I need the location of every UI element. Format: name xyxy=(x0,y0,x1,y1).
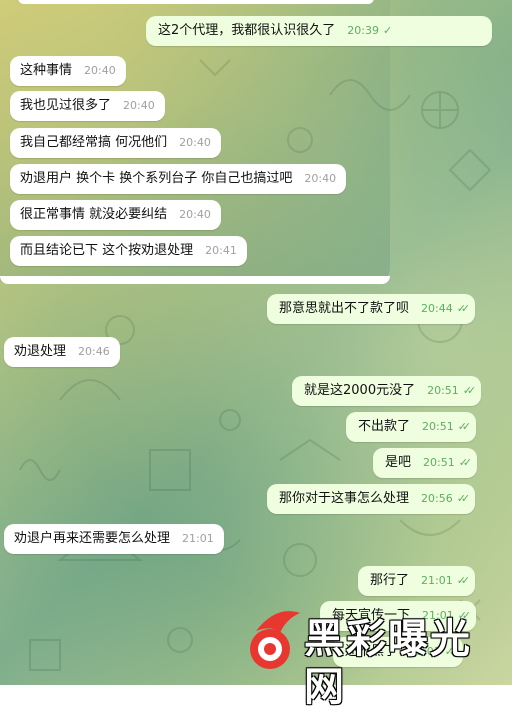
read-check-icon: ✓✓ xyxy=(456,302,471,315)
message-outgoing[interactable]: 那你对于这事怎么处理 20:56 ✓✓ xyxy=(267,484,476,514)
message-text: 就是这2000元没了 xyxy=(304,383,416,398)
message-incoming[interactable]: 劝退用户 换个卡 换个系列台子 你自己也搞过吧 20:40 xyxy=(10,164,347,194)
message-text: 那行了 xyxy=(370,573,410,588)
message-text: 我自己都经常搞 何况他们 xyxy=(20,135,168,150)
message-incoming[interactable]: 这种事情 20:40 xyxy=(10,56,126,86)
group-bottom-edge xyxy=(0,276,390,284)
message-outgoing[interactable]: 那行了 21:01 ✓✓ xyxy=(358,566,476,596)
watermark: 黑彩曝光网 xyxy=(246,607,506,710)
message-text: 劝退用户 换个卡 换个系列台子 你自己也搞过吧 xyxy=(20,171,293,186)
message-outgoing[interactable]: 这2个代理，我都很认识很久了 20:39 ✓ xyxy=(146,16,492,46)
message-time: 20:51 xyxy=(427,384,459,397)
message-text: 这2个代理，我都很认识很久了 xyxy=(158,23,336,38)
message-incoming[interactable]: 我自己都经常搞 何况他们 20:40 xyxy=(10,128,221,158)
read-check-icon: ✓✓ xyxy=(456,492,471,505)
message-text: 而且结论已下 这个按劝退处理 xyxy=(20,243,194,258)
message-time: 20:40 xyxy=(84,64,116,77)
message-text: 这种事情 xyxy=(20,63,73,78)
message-time: 20:39 xyxy=(347,24,379,37)
message-text: 那你对于这事怎么处理 xyxy=(279,491,410,506)
message-time: 20:56 xyxy=(421,492,453,505)
cut-off-incoming-bubble xyxy=(18,0,374,4)
message-time: 20:46 xyxy=(78,345,110,358)
message-text: 那意思就出不了款了呗 xyxy=(279,301,410,316)
message-outgoing[interactable]: 是吧 20:51 ✓✓ xyxy=(373,448,478,478)
message-text: 不出款了 xyxy=(358,419,411,434)
message-outgoing[interactable]: 就是这2000元没了 20:51 ✓✓ xyxy=(292,376,482,406)
message-time: 20:40 xyxy=(179,136,211,149)
message-incoming[interactable]: 而且结论已下 这个按劝退处理 20:41 xyxy=(10,236,247,266)
read-check-icon: ✓ xyxy=(382,24,392,37)
message-incoming[interactable]: 劝退处理 20:46 xyxy=(4,337,120,367)
message-text: 很正常事情 就没必要纠结 xyxy=(20,207,168,222)
message-time: 20:41 xyxy=(205,244,237,257)
message-incoming[interactable]: 我也见过很多了 20:40 xyxy=(10,91,165,121)
message-text: 劝退户再来还需要怎么处理 xyxy=(14,531,171,546)
message-outgoing[interactable]: 那意思就出不了款了呗 20:44 ✓✓ xyxy=(267,294,476,324)
message-text: 我也见过很多了 xyxy=(20,98,112,113)
message-outgoing[interactable]: 不出款了 20:51 ✓✓ xyxy=(346,412,477,442)
message-text: 劝退处理 xyxy=(14,344,67,359)
message-time: 20:40 xyxy=(123,99,155,112)
message-time: 20:51 xyxy=(422,420,454,433)
message-incoming[interactable]: 劝退户再来还需要怎么处理 21:01 xyxy=(4,524,224,554)
watermark-text: 黑彩曝光网 xyxy=(304,616,472,710)
message-time: 20:40 xyxy=(179,208,211,221)
message-time: 21:01 xyxy=(182,532,214,545)
read-check-icon: ✓✓ xyxy=(458,456,473,469)
read-check-icon: ✓✓ xyxy=(456,574,471,587)
message-time: 20:51 xyxy=(423,456,455,469)
message-incoming[interactable]: 很正常事情 就没必要纠结 20:40 xyxy=(10,200,221,230)
watermark-logo-icon xyxy=(250,611,300,669)
message-time: 20:44 xyxy=(421,302,453,315)
read-check-icon: ✓✓ xyxy=(457,420,472,433)
message-time: 20:40 xyxy=(304,172,337,185)
message-text: 是吧 xyxy=(385,455,412,470)
read-check-icon: ✓✓ xyxy=(462,384,477,397)
message-time: 21:01 xyxy=(421,574,453,587)
